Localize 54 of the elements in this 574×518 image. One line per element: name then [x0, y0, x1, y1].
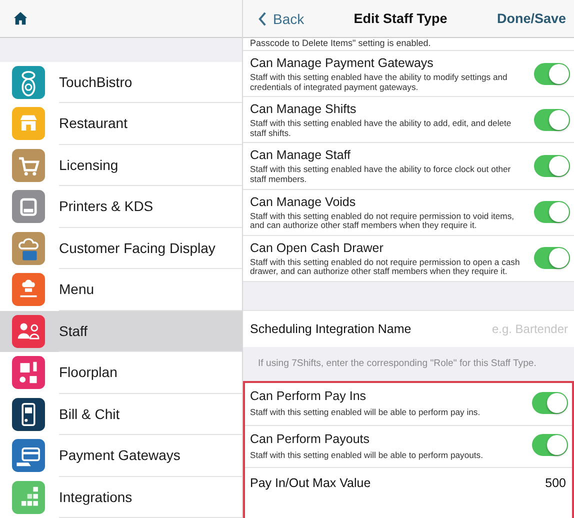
sidebar-item[interactable]: Payment Gateways: [0, 435, 242, 476]
app-icon: [12, 439, 45, 472]
sidebar-item[interactable]: Menu: [0, 269, 242, 310]
setting-title: Can Open Cash Drawer: [250, 240, 384, 256]
setting-description: Staff with this setting enabled have the ability to add, edit, and delete staff shifts.: [250, 119, 512, 138]
home-icon[interactable]: [13, 10, 28, 26]
sidebar-item[interactable]: Bill & Chit: [0, 394, 242, 435]
sidebar-item[interactable]: Integrations: [0, 476, 242, 518]
app-icon: [12, 107, 45, 140]
field-label: Pay In/Out Max Value: [250, 476, 371, 490]
app-icon: [12, 190, 45, 224]
input-field[interactable]: e.g. Bartender: [468, 322, 568, 336]
setting-description: Staff with this setting enabled do not require permission to open a cash drawer, and can authorize other staff members when they require it.: [250, 258, 521, 277]
setting-title: Can Manage Staff: [250, 147, 352, 164]
field-label: Scheduling Integration Name: [250, 322, 412, 336]
sidebar-item[interactable]: Restaurant: [0, 103, 242, 144]
setting-description: Staff with this setting enabled will be able to perform payouts.: [250, 450, 484, 460]
setting-description: Staff with this setting enabled have the ability to force clock out other staff members.: [250, 165, 512, 185]
setting-description: Staff with this setting enabled will be able to perform pay ins.: [250, 408, 482, 418]
sidebar-item[interactable]: Customer Facing Display: [0, 228, 242, 269]
app-icon: [12, 356, 45, 390]
app-icon: [12, 398, 45, 431]
setting-title: Can Manage Payment Gateways: [250, 55, 434, 71]
setting-description: Staff with this setting enabled do not require permission to void items, and can authorize other staff members when they require it.: [250, 212, 516, 231]
toggle-switch[interactable]: [534, 247, 570, 270]
app-icon: [12, 480, 45, 514]
setting-title: Can Perform Payouts: [250, 430, 370, 447]
setting-title: Can Manage Voids: [250, 194, 357, 210]
screen-title: Edit Staff Type: [354, 11, 448, 26]
chevron-left-icon: [258, 12, 267, 26]
sidebar-item[interactable]: Printers & KDS: [0, 186, 242, 228]
app-icon: [12, 314, 45, 348]
setting-title: Can Manage Shifts: [250, 101, 358, 118]
sidebar-item[interactable]: Staff: [0, 310, 242, 352]
setting-description: Staff with this setting enabled have the ability to modify settings and credentials of integrated payment gateways.: [250, 73, 508, 92]
sidebar-item[interactable]: Licensing: [0, 144, 242, 186]
app-icon: [12, 232, 45, 265]
toggle-switch[interactable]: [534, 108, 570, 131]
setting-description: Passcode to Delete Items" setting is enabled.: [243, 38, 574, 51]
toggle-switch[interactable]: [532, 392, 568, 414]
app-icon: [12, 148, 45, 182]
hint-text: If using 7Shifts, enter the corresponding "Role" for this Staff Type.: [243, 346, 574, 381]
app-icon: [12, 273, 45, 306]
toggle-switch[interactable]: [534, 154, 570, 177]
field-value[interactable]: 500: [545, 476, 566, 490]
setting-title: Can Perform Pay Ins: [250, 388, 368, 404]
sidebar-item[interactable]: Floorplan: [0, 352, 242, 394]
toggle-switch[interactable]: [534, 201, 570, 224]
sidebar-item[interactable]: TouchBistro: [0, 62, 242, 103]
done-save-button[interactable]: Done/Save: [496, 11, 566, 26]
back-button[interactable]: Back: [258, 10, 304, 26]
toggle-switch[interactable]: [534, 62, 570, 85]
toggle-switch[interactable]: [532, 434, 568, 456]
app-icon: [12, 66, 45, 99]
